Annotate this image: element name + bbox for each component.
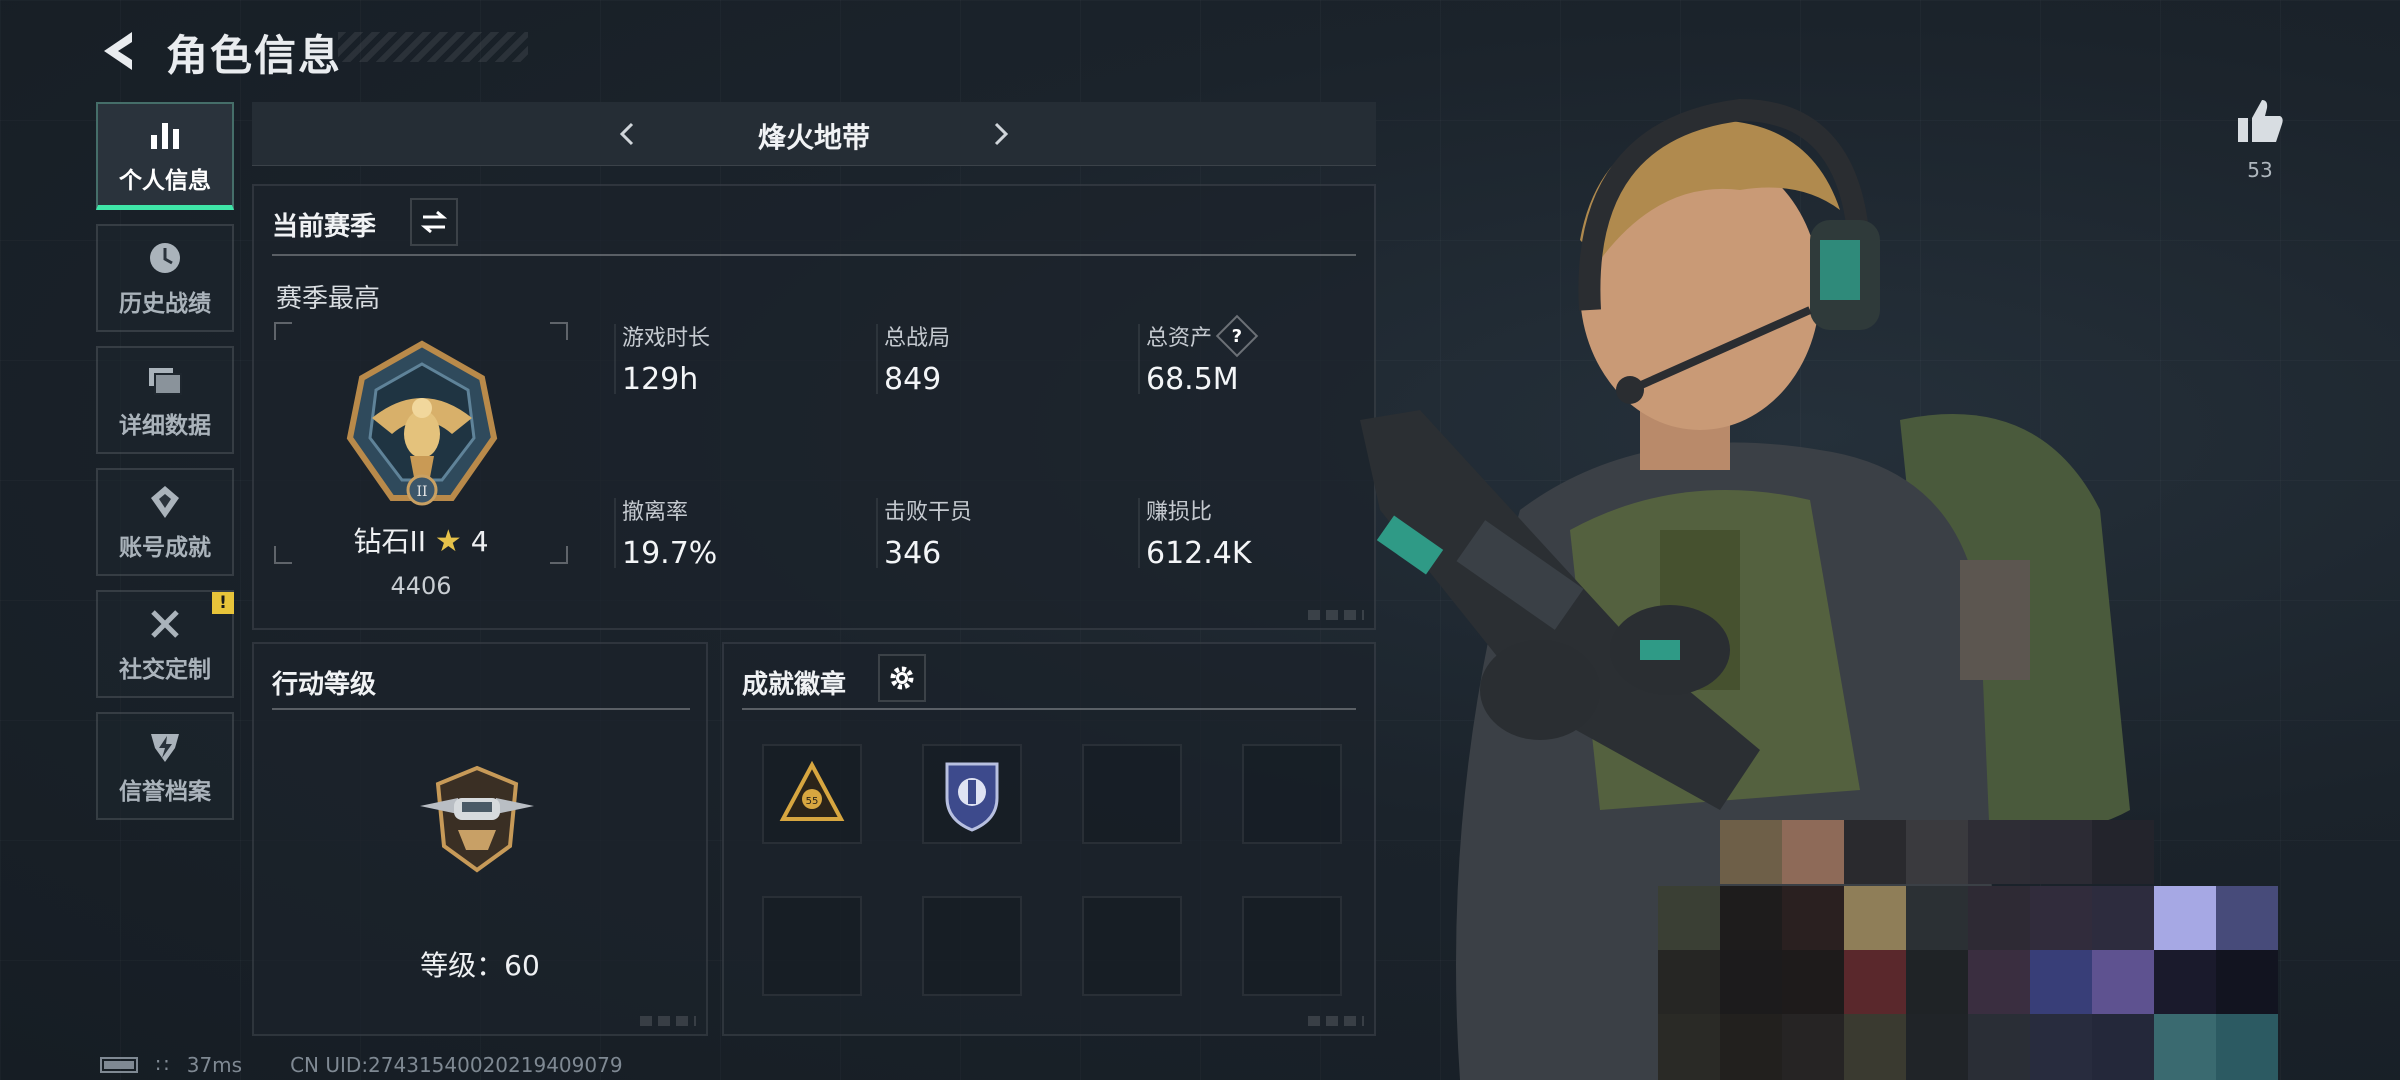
sidebar-item-label: 社交定制: [119, 657, 211, 683]
panel-divider: [272, 254, 1356, 256]
stat-value: 849: [884, 362, 942, 397]
folder-stack-icon: [149, 368, 182, 395]
ping-value: 37ms: [186, 1053, 243, 1077]
stat-label: 撤离率: [622, 500, 689, 525]
status-footer: ∷ 37ms CN UID:27431540020219409079: [100, 1050, 623, 1080]
help-icon[interactable]: ?: [1215, 314, 1259, 358]
stat-value: 129h: [622, 362, 699, 397]
swap-season-button[interactable]: [410, 198, 458, 246]
rank-box: II 钻石II ★ 4: [274, 322, 568, 564]
help-glyph: ?: [1231, 325, 1243, 347]
badge-slot[interactable]: [922, 896, 1022, 996]
stat-label: 击败干员: [884, 500, 973, 525]
stat-operators-defeated: 击败干员 346: [876, 494, 1126, 571]
panel-divider: [272, 708, 690, 710]
wifi-icon: ∷: [156, 1053, 169, 1077]
like-count: 53: [2247, 158, 2273, 182]
badge-slot[interactable]: [1242, 744, 1342, 844]
gold-pyramid-badge-icon: 55: [779, 760, 845, 821]
rank-tier: 钻石II: [353, 525, 426, 558]
bar-chart-icon: [151, 122, 179, 149]
badge-slot[interactable]: [1082, 744, 1182, 844]
sidebar-item-personal-info[interactable]: 个人信息: [96, 102, 234, 210]
gear-icon: [890, 666, 914, 690]
badge-slot[interactable]: [762, 896, 862, 996]
mode-title: 烽火地带: [757, 121, 870, 154]
season-panel: 当前赛季 赛季最高 II 钻石II ★ 4 4406 游戏时长 129h 总战局…: [252, 184, 1376, 630]
sidebar-item-achievements[interactable]: 账号成就: [96, 468, 234, 576]
season-subtitle: 赛季最高: [276, 284, 381, 314]
sidebar-item-label: 信誉档案: [119, 779, 211, 805]
sidebar-item-label: 历史战绩: [119, 291, 211, 317]
sidebar-item-label: 详细数据: [119, 413, 211, 439]
season-title: 当前赛季: [272, 212, 377, 242]
warning-badge: !: [212, 592, 234, 614]
rank-name: 钻石II ★ 4: [274, 520, 568, 560]
tools-icon: [151, 610, 179, 638]
badge-slot[interactable]: [1082, 896, 1182, 996]
achievement-badge-panel: 成就徽章 55: [722, 642, 1376, 1036]
thumbs-up-icon[interactable]: [2234, 96, 2286, 148]
badges-title: 成就徽章: [742, 670, 847, 700]
stat-play-time: 游戏时长 129h: [614, 320, 864, 397]
sidebar-item-reputation[interactable]: 信誉档案: [96, 712, 234, 820]
uid-label: CN UID:27431540020219409079: [290, 1053, 623, 1077]
badge-settings-button[interactable]: [878, 654, 926, 702]
sidebar-item-social-custom[interactable]: 社交定制 !: [96, 590, 234, 698]
stat-extraction-rate: 撤离率 19.7%: [614, 494, 864, 571]
stat-label: 游戏时长: [622, 326, 711, 351]
level-panel: 行动等级 等级：60: [252, 642, 708, 1036]
sidebar-item-history[interactable]: 历史战绩: [96, 224, 234, 332]
history-clock-icon: [150, 243, 180, 273]
badge-slot[interactable]: [1242, 896, 1342, 996]
page-title: 角色信息: [166, 31, 343, 80]
panel-decoration: [640, 1016, 696, 1026]
achievement-icon: [151, 486, 179, 518]
swap-icon: [420, 210, 448, 234]
svg-text:II: II: [416, 484, 427, 500]
sidebar-item-label: 个人信息: [119, 167, 211, 194]
panel-divider: [742, 708, 1356, 710]
back-arrow-icon[interactable]: [96, 26, 146, 76]
stat-total-matches: 总战局 849: [876, 320, 1126, 397]
star-icon: ★: [434, 524, 462, 559]
badge-slot[interactable]: [922, 744, 1022, 844]
stat-label: 总战局: [884, 326, 951, 351]
level-label: 等级：60: [420, 949, 540, 982]
stat-value: 19.7%: [622, 536, 718, 571]
title-decoration: [338, 32, 528, 62]
sidebar-item-label: 账号成就: [119, 535, 211, 561]
stat-value: 346: [884, 536, 942, 571]
sidebar-item-detailed-data[interactable]: 详细数据: [96, 346, 234, 454]
chevron-right-icon[interactable]: [982, 116, 1018, 152]
stat-label: 总资产: [1146, 326, 1213, 351]
battery-icon: [100, 1057, 138, 1073]
rank-score: 4406: [390, 572, 452, 600]
svg-text:55: 55: [806, 796, 819, 807]
mode-selector: 烽火地带: [252, 102, 1376, 166]
reputation-icon: [151, 734, 179, 762]
badge-slot[interactable]: 55: [762, 744, 862, 844]
diamond-rank-emblem-icon: II: [346, 340, 498, 506]
level-emblem-icon[interactable]: [412, 754, 542, 884]
rank-stars: 4: [470, 525, 489, 558]
level-title: 行动等级: [272, 670, 377, 700]
shield-badge-icon: [945, 762, 999, 832]
